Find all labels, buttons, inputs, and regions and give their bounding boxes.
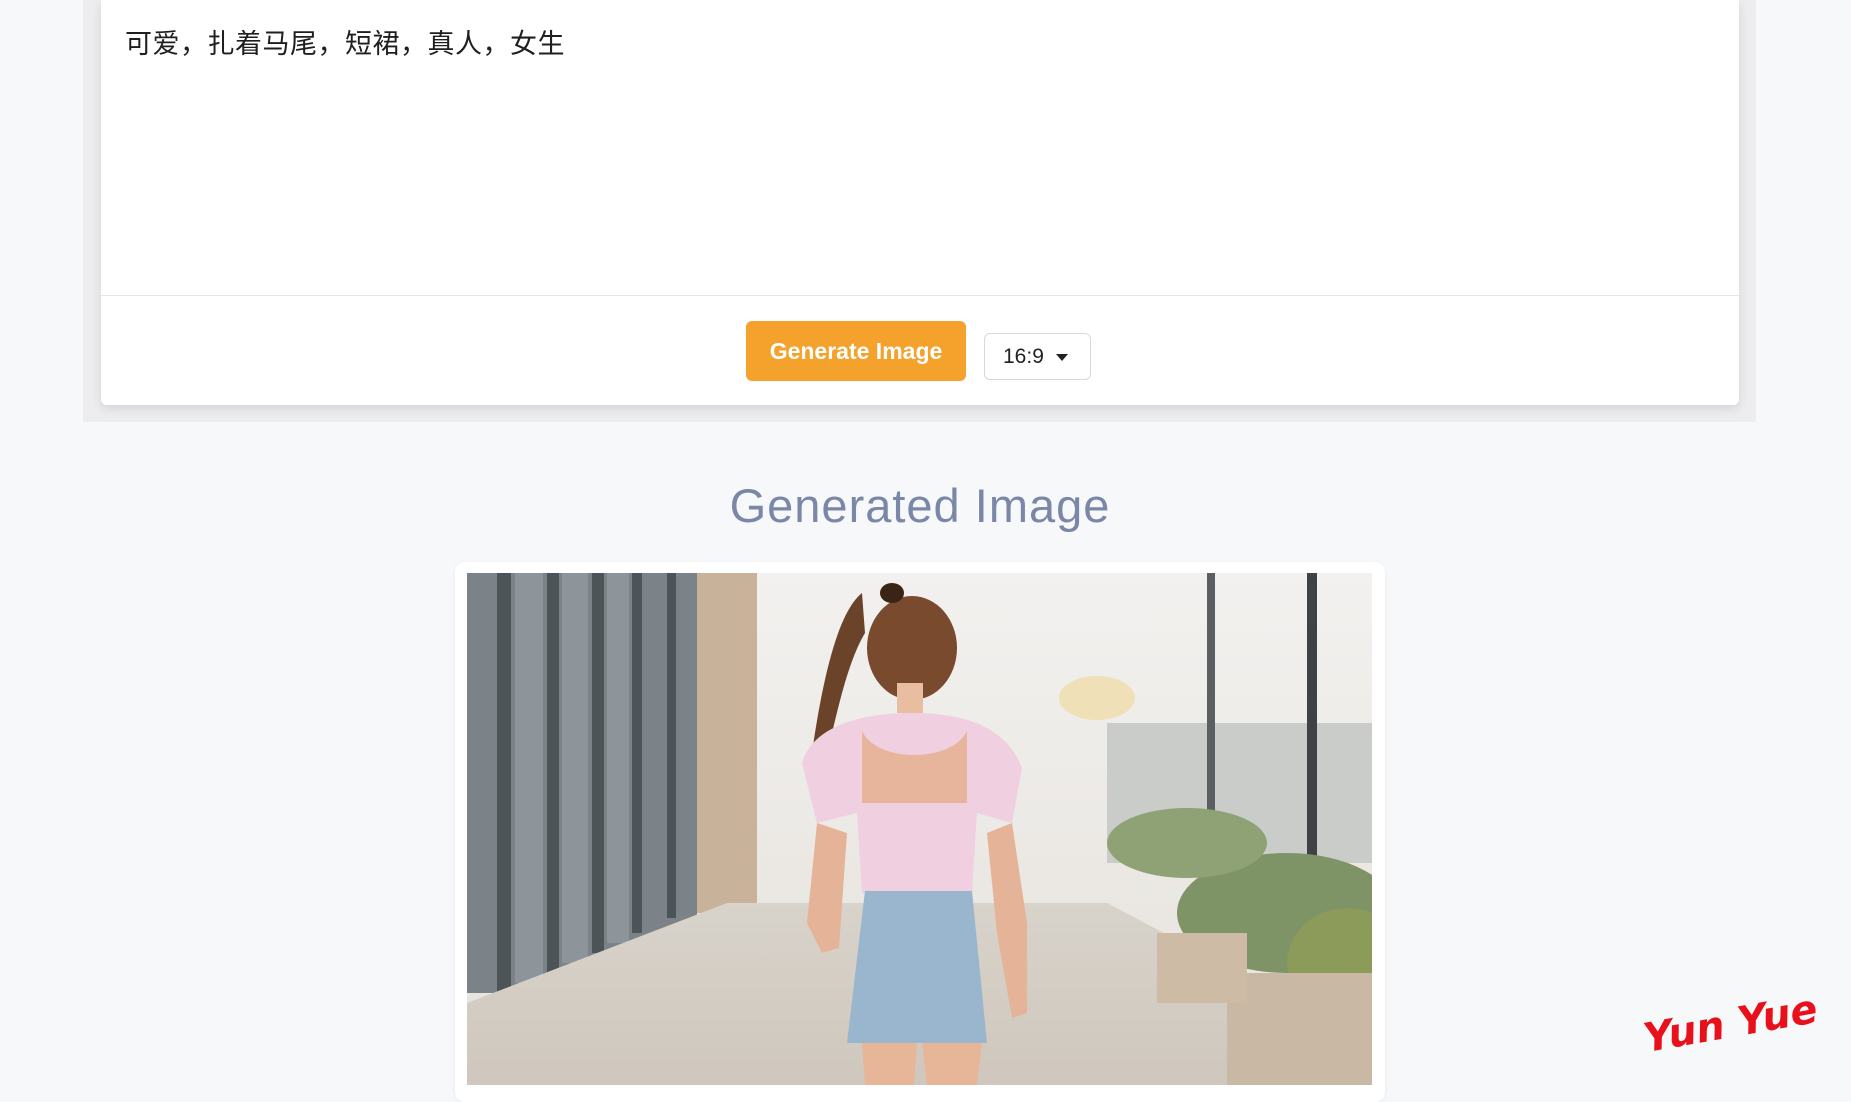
- generated-image-card: [455, 562, 1385, 1102]
- prompt-card: 可爱，扎着马尾，短裙，真人，女生 Generate Image 16:9: [101, 0, 1739, 405]
- controls-bar: Generate Image 16:9: [101, 296, 1739, 405]
- generated-image-heading: Generated Image: [729, 479, 1111, 532]
- generate-image-button[interactable]: Generate Image: [746, 321, 966, 381]
- aspect-ratio-value: 16:9: [1003, 345, 1044, 368]
- aspect-ratio-select[interactable]: 16:9: [984, 333, 1091, 380]
- watermark-logo: Yun Yue: [1640, 986, 1821, 1062]
- generated-photo-illustration: [467, 573, 1372, 1085]
- generated-image[interactable]: [467, 573, 1372, 1085]
- caret-down-icon: [1056, 354, 1068, 361]
- prompt-textarea[interactable]: 可爱，扎着马尾，短裙，真人，女生: [101, 0, 1739, 296]
- prompt-text: 可爱，扎着马尾，短裙，真人，女生: [125, 29, 565, 60]
